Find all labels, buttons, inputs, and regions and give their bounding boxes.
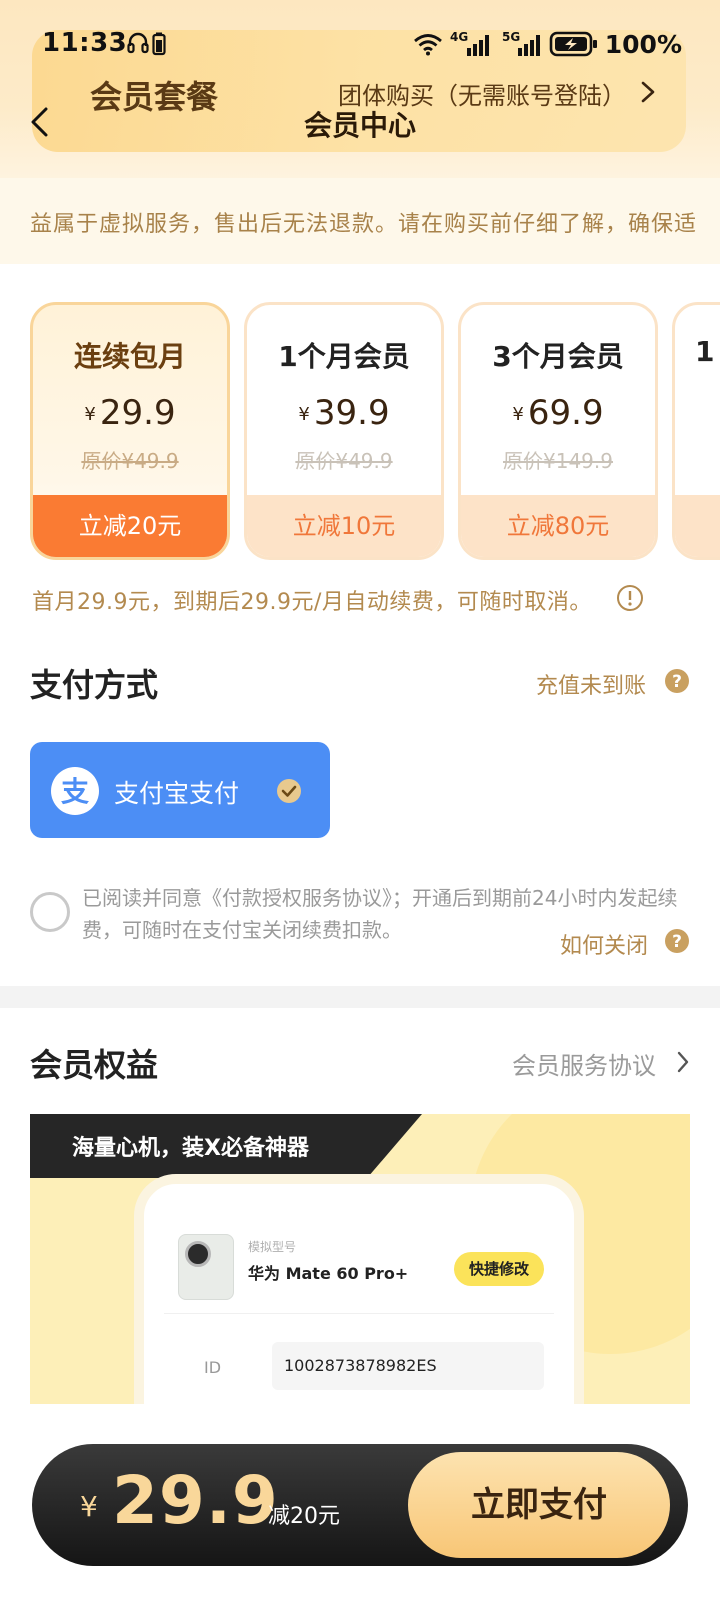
plan-card-1-month[interactable]: 1个月会员 ¥39.9 原价¥49.9 立减10元 (244, 302, 444, 560)
pay-now-button[interactable]: 立即支付 (408, 1452, 670, 1558)
total-discount: 减20元 (268, 1504, 340, 1529)
quick-edit-button: 快捷修改 (454, 1252, 544, 1286)
battery-percent: 100% (604, 29, 682, 59)
alipay-icon: 支 (51, 767, 99, 815)
plan-original-price: 原价¥149.9 (503, 449, 613, 473)
plan-name: 1 (695, 335, 715, 368)
plan-currency: ¥ (512, 404, 524, 425)
plan-card-partial[interactable]: 1 (672, 302, 720, 560)
plan-card-monthly-auto[interactable]: 连续包月 ¥29.9 原价¥49.9 立减20元 (30, 302, 230, 560)
chevron-right-icon (641, 81, 655, 103)
device-subtitle: 模拟型号 (248, 1240, 297, 1254)
pay-bar: ¥ 29.9 减20元 立即支付 (32, 1444, 688, 1566)
status-right-group: 4G 5G 100% (413, 28, 682, 60)
signal-4g-icon: 4G (450, 30, 489, 56)
id-field: 1002873878982ES (272, 1342, 544, 1390)
plan-price: ¥39.9 (247, 393, 441, 433)
plan-price: ¥29.9 (33, 393, 227, 433)
selected-check-icon (277, 779, 301, 803)
signal-5g-icon: 5G (502, 30, 540, 56)
service-agreement-link[interactable]: 会员服务协议 (512, 1046, 656, 1081)
wifi-icon (413, 34, 442, 56)
promo-banner-text: 海量心机，装X必备神器 (72, 1136, 309, 1161)
total-currency: ¥ (80, 1490, 98, 1523)
chevron-right-icon (677, 1051, 689, 1073)
refund-notice: 益属于虚拟服务，售出后无法退款。请在购买前仔细了解，确保适 (0, 178, 720, 264)
plan-amount: 29.9 (99, 393, 176, 433)
plan-discount (675, 495, 720, 557)
phone-mockup: 模拟型号 华为 Mate 60 Pro+ 快捷修改 ID 10028738789… (134, 1174, 584, 1404)
plan-price: ¥69.9 (461, 393, 655, 433)
plan-original-price: 原价¥49.9 (81, 449, 179, 473)
section-divider (0, 986, 720, 1008)
headphones-icon (127, 32, 149, 54)
plan-name: 3个月会员 (492, 340, 624, 373)
plan-original-price: 原价¥49.9 (295, 449, 393, 473)
svg-text:?: ? (672, 932, 682, 952)
plan-discount: 立减10元 (247, 495, 441, 557)
id-label: ID (204, 1358, 222, 1377)
benefits-section-title: 会员权益 (30, 1046, 159, 1084)
status-bar: 11:33 4G 5G 100% (0, 26, 720, 64)
plan-name: 连续包月 (73, 340, 186, 373)
phone-image (178, 1234, 234, 1300)
plan-currency: ¥ (298, 404, 310, 425)
auto-renew-note: 首月29.9元，到期后29.9元/月自动续费，可随时取消。 (32, 590, 592, 615)
page-title: 会员中心 (303, 109, 416, 142)
alipay-payment-option[interactable]: 支 支付宝支付 (30, 742, 330, 838)
plan-amount: 39.9 (313, 393, 390, 433)
network-4g-label: 4G (450, 30, 468, 44)
plan-currency: ¥ (84, 404, 96, 425)
plan-name: 1个月会员 (278, 340, 410, 373)
question-icon[interactable]: ? (664, 668, 690, 694)
payment-section-title: 支付方式 (30, 666, 159, 704)
plan-amount: 69.9 (527, 393, 604, 433)
svg-text:?: ? (672, 672, 682, 692)
plan-discount: 立减80元 (461, 495, 655, 557)
plan-card-3-month[interactable]: 3个月会员 ¥69.9 原价¥149.9 立减80元 (458, 302, 658, 560)
alipay-label: 支付宝支付 (114, 779, 240, 808)
device-battery-icon (152, 32, 166, 56)
status-time: 11:33 (42, 28, 128, 58)
network-5g-label: 5G (502, 30, 520, 44)
battery-charging-icon (549, 31, 597, 57)
page: 会员套餐 团体购买（无需账号登陆） 11:33 4G 5G 100% 会员中心 … (0, 0, 720, 1604)
info-icon[interactable] (616, 584, 644, 612)
how-to-cancel-link[interactable]: 如何关闭 (560, 928, 648, 960)
recharge-missing-link[interactable]: 充值未到账 (536, 668, 646, 700)
device-name: 华为 Mate 60 Pro+ (248, 1264, 409, 1283)
device-model-row: 模拟型号 华为 Mate 60 Pro+ 快捷修改 (164, 1224, 554, 1314)
agreement-checkbox[interactable] (30, 892, 70, 932)
total-amount: 29.9 (112, 1462, 279, 1539)
id-value: 1002873878982ES (284, 1356, 437, 1375)
benefit-promo-image: 海量心机，装X必备神器 模拟型号 华为 Mate 60 Pro+ 快捷修改 ID… (30, 1114, 690, 1404)
camera-icon (185, 1241, 211, 1267)
notice-text: 益属于虚拟服务，售出后无法退款。请在购买前仔细了解，确保适 (30, 212, 698, 237)
plan-list: 连续包月 ¥29.9 原价¥49.9 立减20元 1个月会员 ¥39.9 原价¥… (0, 302, 720, 560)
question-icon[interactable]: ? (664, 928, 690, 954)
plan-discount: 立减20元 (33, 495, 227, 557)
svg-text:支: 支 (61, 775, 89, 808)
